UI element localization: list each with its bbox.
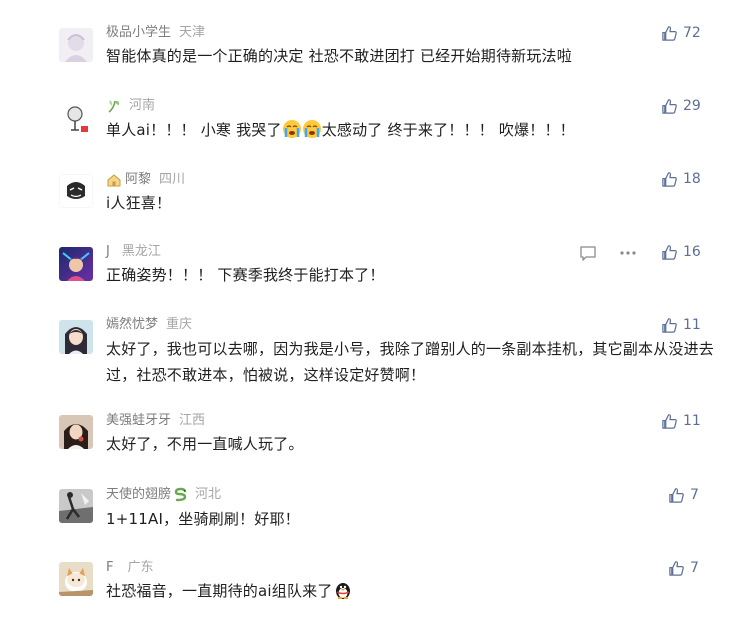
- username[interactable]: J: [106, 243, 110, 261]
- avatar[interactable]: [59, 489, 93, 523]
- location-label: 天津: [179, 25, 206, 40]
- thumbs-up-icon: [662, 317, 677, 333]
- avatar[interactable]: [59, 415, 93, 449]
- avatar[interactable]: [59, 247, 93, 281]
- avatar[interactable]: [59, 320, 93, 354]
- username[interactable]: 阿黎: [125, 171, 151, 189]
- comment-meta: 嫣然忧梦 重庆: [106, 316, 192, 334]
- like-count: 7: [690, 560, 699, 576]
- thumbs-up-icon: [662, 413, 677, 429]
- location-label: 四川: [159, 172, 186, 187]
- username[interactable]: 极品小学生: [106, 24, 171, 42]
- comment-text: 太好了，不用一直喊人玩了。: [106, 435, 304, 453]
- comment-meta: F 广东: [106, 559, 154, 577]
- thumbs-up-icon: [662, 244, 677, 260]
- comment-text-part: 单人ai！！！ 小寒 我哭了: [106, 121, 282, 139]
- comment-text: 智能体真的是一个正确的决定 社恐不敢进团打 已经开始期待新玩法啦: [106, 47, 572, 65]
- thumbs-up-icon: [662, 25, 677, 41]
- like-count: 72: [683, 25, 701, 41]
- comment-meta: J 黑龙江: [106, 243, 161, 261]
- like-button[interactable]: 7: [668, 485, 699, 505]
- comment-text: 正确姿势！！！ 下赛季我终于能打本了！: [106, 266, 385, 284]
- location-label: 河南: [129, 98, 156, 113]
- location-label: 广东: [127, 560, 154, 575]
- username[interactable]: 嫣然忧梦: [106, 316, 158, 334]
- comment-text: i人狂喜！: [106, 194, 172, 212]
- like-count: 11: [683, 413, 701, 429]
- penguin-emoji: [335, 583, 350, 599]
- comment-text: 太好了，我也可以去哪，因为我是小号，我除了蹭别人的一条副本挂机，其它副本从没进去…: [106, 340, 715, 384]
- comment-text-part: 社恐福音，一直期待的ai组队来了: [106, 582, 333, 600]
- comment-meta: 天使的翅膀 河北: [106, 486, 221, 504]
- snake-badge-icon: [174, 487, 187, 502]
- plant-badge-icon: [108, 100, 120, 113]
- location-label: 江西: [179, 413, 206, 428]
- like-button[interactable]: 72: [661, 23, 701, 43]
- comment-text-part: 太感动了 终于来了！！！ 吹爆！！！: [321, 121, 575, 139]
- location-label: 黑龙江: [121, 244, 161, 259]
- like-count: 16: [683, 244, 701, 260]
- like-button[interactable]: 11: [661, 411, 701, 431]
- comment-text: 单人ai！！！ 小寒 我哭了 太感动了 终于来了！！！ 吹爆！！！: [106, 117, 716, 143]
- house-badge-icon: [107, 174, 121, 187]
- avatar[interactable]: [59, 562, 93, 596]
- username[interactable]: 天使的翅膀: [106, 486, 171, 504]
- comment-text: 1+11AI，坐骑刷刷！好耶！: [106, 510, 300, 528]
- more-dots-icon[interactable]: [618, 243, 638, 263]
- comment-list: 极品小学生 天津 智能体真的是一个正确的决定 社恐不敢进团打 已经开始期待新玩法…: [0, 0, 742, 618]
- comment-meta: 河南: [106, 97, 155, 115]
- like-count: 18: [683, 171, 701, 187]
- like-count: 7: [690, 487, 699, 503]
- comment-text: 社恐福音，一直期待的ai组队来了: [106, 578, 716, 604]
- thumbs-up-icon: [669, 487, 684, 503]
- thumbs-up-icon: [669, 560, 684, 576]
- thumbs-up-icon: [662, 98, 677, 114]
- comment-bubble-icon[interactable]: [578, 243, 598, 263]
- like-button[interactable]: 7: [668, 558, 699, 578]
- crying-face-emoji: [282, 120, 301, 138]
- comment-meta: 阿黎 四川: [106, 171, 185, 189]
- comment-meta: 美强蛙牙牙 江西: [106, 412, 205, 430]
- like-count: 29: [683, 98, 701, 114]
- username[interactable]: F: [106, 559, 113, 577]
- like-button[interactable]: 18: [661, 169, 701, 189]
- avatar[interactable]: [59, 102, 93, 136]
- avatar[interactable]: [59, 28, 93, 62]
- like-button[interactable]: 11: [661, 315, 701, 335]
- username[interactable]: 美强蛙牙牙: [106, 412, 171, 430]
- like-count: 11: [683, 317, 701, 333]
- location-label: 重庆: [166, 317, 193, 332]
- location-label: 河北: [195, 487, 222, 502]
- thumbs-up-icon: [662, 171, 677, 187]
- crying-face-emoji: [302, 120, 321, 138]
- like-button[interactable]: 16: [661, 242, 701, 262]
- comment-meta: 极品小学生 天津: [106, 24, 205, 42]
- like-button[interactable]: 29: [661, 96, 701, 116]
- avatar[interactable]: [59, 174, 93, 208]
